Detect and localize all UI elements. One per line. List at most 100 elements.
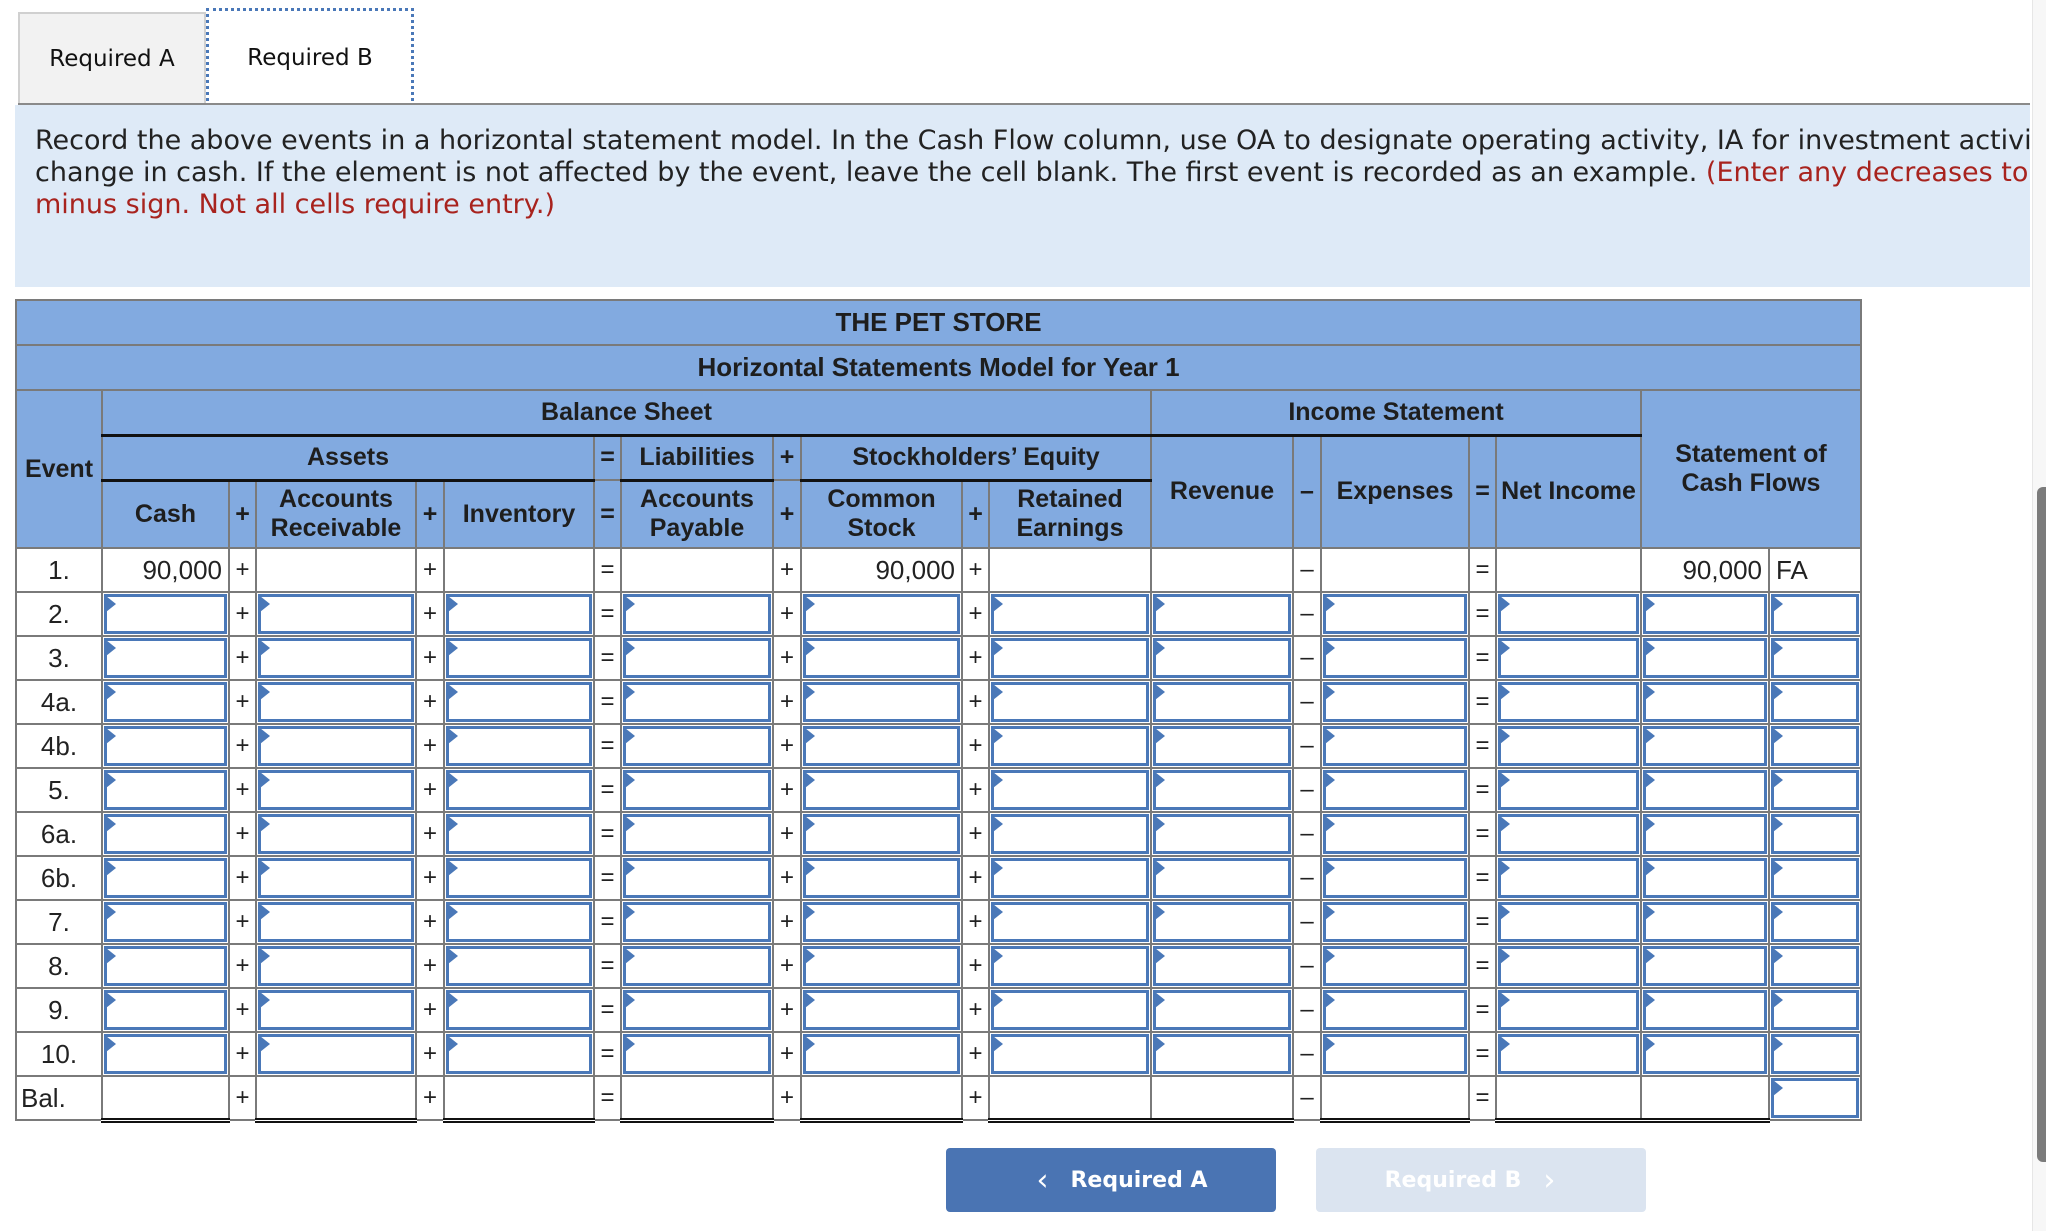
net-income-input[interactable] bbox=[1498, 858, 1639, 898]
accounts-receivable-input[interactable] bbox=[258, 858, 414, 898]
cash-flow-amount-input[interactable] bbox=[1643, 990, 1767, 1030]
prev-required-a-button[interactable]: ‹ Required A bbox=[946, 1148, 1276, 1212]
tab-required-b[interactable]: Required B bbox=[206, 8, 414, 107]
cash-flow-code-input[interactable] bbox=[1771, 682, 1859, 722]
retained-earnings-input[interactable] bbox=[991, 638, 1149, 678]
revenue-input[interactable] bbox=[1153, 770, 1291, 810]
common-stock-input[interactable] bbox=[803, 638, 960, 678]
revenue-input[interactable] bbox=[1153, 858, 1291, 898]
inventory-input[interactable] bbox=[446, 946, 592, 986]
retained-earnings-input[interactable] bbox=[991, 902, 1149, 942]
accounts-receivable-input[interactable] bbox=[258, 946, 414, 986]
common-stock-input[interactable] bbox=[803, 990, 960, 1030]
inventory-input[interactable] bbox=[446, 814, 592, 854]
next-required-b-button[interactable]: Required B › bbox=[1316, 1148, 1646, 1212]
retained-earnings-input[interactable] bbox=[991, 594, 1149, 634]
cash-flow-code-input[interactable] bbox=[1771, 594, 1859, 634]
net-income-input[interactable] bbox=[1498, 770, 1639, 810]
cash-flow-code-input[interactable] bbox=[1771, 858, 1859, 898]
accounts-payable-input[interactable] bbox=[623, 858, 771, 898]
accounts-receivable-input[interactable] bbox=[258, 726, 414, 766]
accounts-receivable-input[interactable] bbox=[258, 990, 414, 1030]
cash-input[interactable] bbox=[104, 594, 227, 634]
retained-earnings-input[interactable] bbox=[991, 1034, 1149, 1074]
accounts-receivable-input[interactable] bbox=[258, 638, 414, 678]
common-stock-input[interactable] bbox=[803, 902, 960, 942]
revenue-input[interactable] bbox=[1153, 902, 1291, 942]
retained-earnings-input[interactable] bbox=[991, 990, 1149, 1030]
inventory-input[interactable] bbox=[446, 770, 592, 810]
expenses-input[interactable] bbox=[1323, 682, 1467, 722]
net-income-input[interactable] bbox=[1498, 1034, 1639, 1074]
expenses-input[interactable] bbox=[1323, 814, 1467, 854]
expenses-input[interactable] bbox=[1323, 638, 1467, 678]
accounts-payable-input[interactable] bbox=[623, 1034, 771, 1074]
cash-flow-amount-input[interactable] bbox=[1643, 858, 1767, 898]
retained-earnings-input[interactable] bbox=[991, 814, 1149, 854]
accounts-payable-input[interactable] bbox=[623, 594, 771, 634]
inventory-input[interactable] bbox=[446, 1034, 592, 1074]
net-income-input[interactable] bbox=[1498, 726, 1639, 766]
inventory-input[interactable] bbox=[446, 990, 592, 1030]
common-stock-input[interactable] bbox=[803, 770, 960, 810]
accounts-receivable-input[interactable] bbox=[258, 594, 414, 634]
cash-flow-code-input[interactable] bbox=[1771, 1078, 1859, 1118]
common-stock-input[interactable] bbox=[803, 682, 960, 722]
net-income-input[interactable] bbox=[1498, 946, 1639, 986]
accounts-payable-input[interactable] bbox=[623, 814, 771, 854]
cash-flow-code-input[interactable] bbox=[1771, 770, 1859, 810]
accounts-payable-input[interactable] bbox=[623, 902, 771, 942]
expenses-input[interactable] bbox=[1323, 990, 1467, 1030]
expenses-input[interactable] bbox=[1323, 1034, 1467, 1074]
cash-input[interactable] bbox=[104, 946, 227, 986]
net-income-input[interactable] bbox=[1498, 902, 1639, 942]
cash-input[interactable] bbox=[104, 770, 227, 810]
common-stock-input[interactable] bbox=[803, 858, 960, 898]
expenses-input[interactable] bbox=[1323, 858, 1467, 898]
cash-flow-amount-input[interactable] bbox=[1643, 726, 1767, 766]
inventory-input[interactable] bbox=[446, 902, 592, 942]
cash-flow-code-input[interactable] bbox=[1771, 638, 1859, 678]
cash-input[interactable] bbox=[104, 1034, 227, 1074]
common-stock-input[interactable] bbox=[803, 1034, 960, 1074]
inventory-input[interactable] bbox=[446, 594, 592, 634]
expenses-input[interactable] bbox=[1323, 726, 1467, 766]
cash-flow-amount-input[interactable] bbox=[1643, 1034, 1767, 1074]
accounts-payable-input[interactable] bbox=[623, 770, 771, 810]
retained-earnings-input[interactable] bbox=[991, 858, 1149, 898]
retained-earnings-input[interactable] bbox=[991, 946, 1149, 986]
cash-flow-amount-input[interactable] bbox=[1643, 770, 1767, 810]
cash-flow-amount-input[interactable] bbox=[1643, 902, 1767, 942]
revenue-input[interactable] bbox=[1153, 726, 1291, 766]
cash-flow-code-input[interactable] bbox=[1771, 814, 1859, 854]
net-income-input[interactable] bbox=[1498, 814, 1639, 854]
revenue-input[interactable] bbox=[1153, 814, 1291, 854]
cash-input[interactable] bbox=[104, 638, 227, 678]
net-income-input[interactable] bbox=[1498, 594, 1639, 634]
accounts-payable-input[interactable] bbox=[623, 990, 771, 1030]
accounts-receivable-input[interactable] bbox=[258, 1034, 414, 1074]
revenue-input[interactable] bbox=[1153, 638, 1291, 678]
accounts-receivable-input[interactable] bbox=[258, 770, 414, 810]
cash-flow-amount-input[interactable] bbox=[1643, 946, 1767, 986]
retained-earnings-input[interactable] bbox=[991, 726, 1149, 766]
revenue-input[interactable] bbox=[1153, 990, 1291, 1030]
inventory-input[interactable] bbox=[446, 638, 592, 678]
common-stock-input[interactable] bbox=[803, 594, 960, 634]
scrollbar-thumb[interactable] bbox=[2037, 487, 2046, 1162]
revenue-input[interactable] bbox=[1153, 946, 1291, 986]
cash-flow-amount-input[interactable] bbox=[1643, 594, 1767, 634]
expenses-input[interactable] bbox=[1323, 770, 1467, 810]
retained-earnings-input[interactable] bbox=[991, 770, 1149, 810]
cash-flow-code-input[interactable] bbox=[1771, 946, 1859, 986]
expenses-input[interactable] bbox=[1323, 594, 1467, 634]
accounts-payable-input[interactable] bbox=[623, 946, 771, 986]
accounts-receivable-input[interactable] bbox=[258, 814, 414, 854]
revenue-input[interactable] bbox=[1153, 682, 1291, 722]
inventory-input[interactable] bbox=[446, 682, 592, 722]
accounts-payable-input[interactable] bbox=[623, 638, 771, 678]
cash-flow-amount-input[interactable] bbox=[1643, 682, 1767, 722]
cash-flow-amount-input[interactable] bbox=[1643, 638, 1767, 678]
cash-flow-code-input[interactable] bbox=[1771, 1034, 1859, 1074]
inventory-input[interactable] bbox=[446, 726, 592, 766]
